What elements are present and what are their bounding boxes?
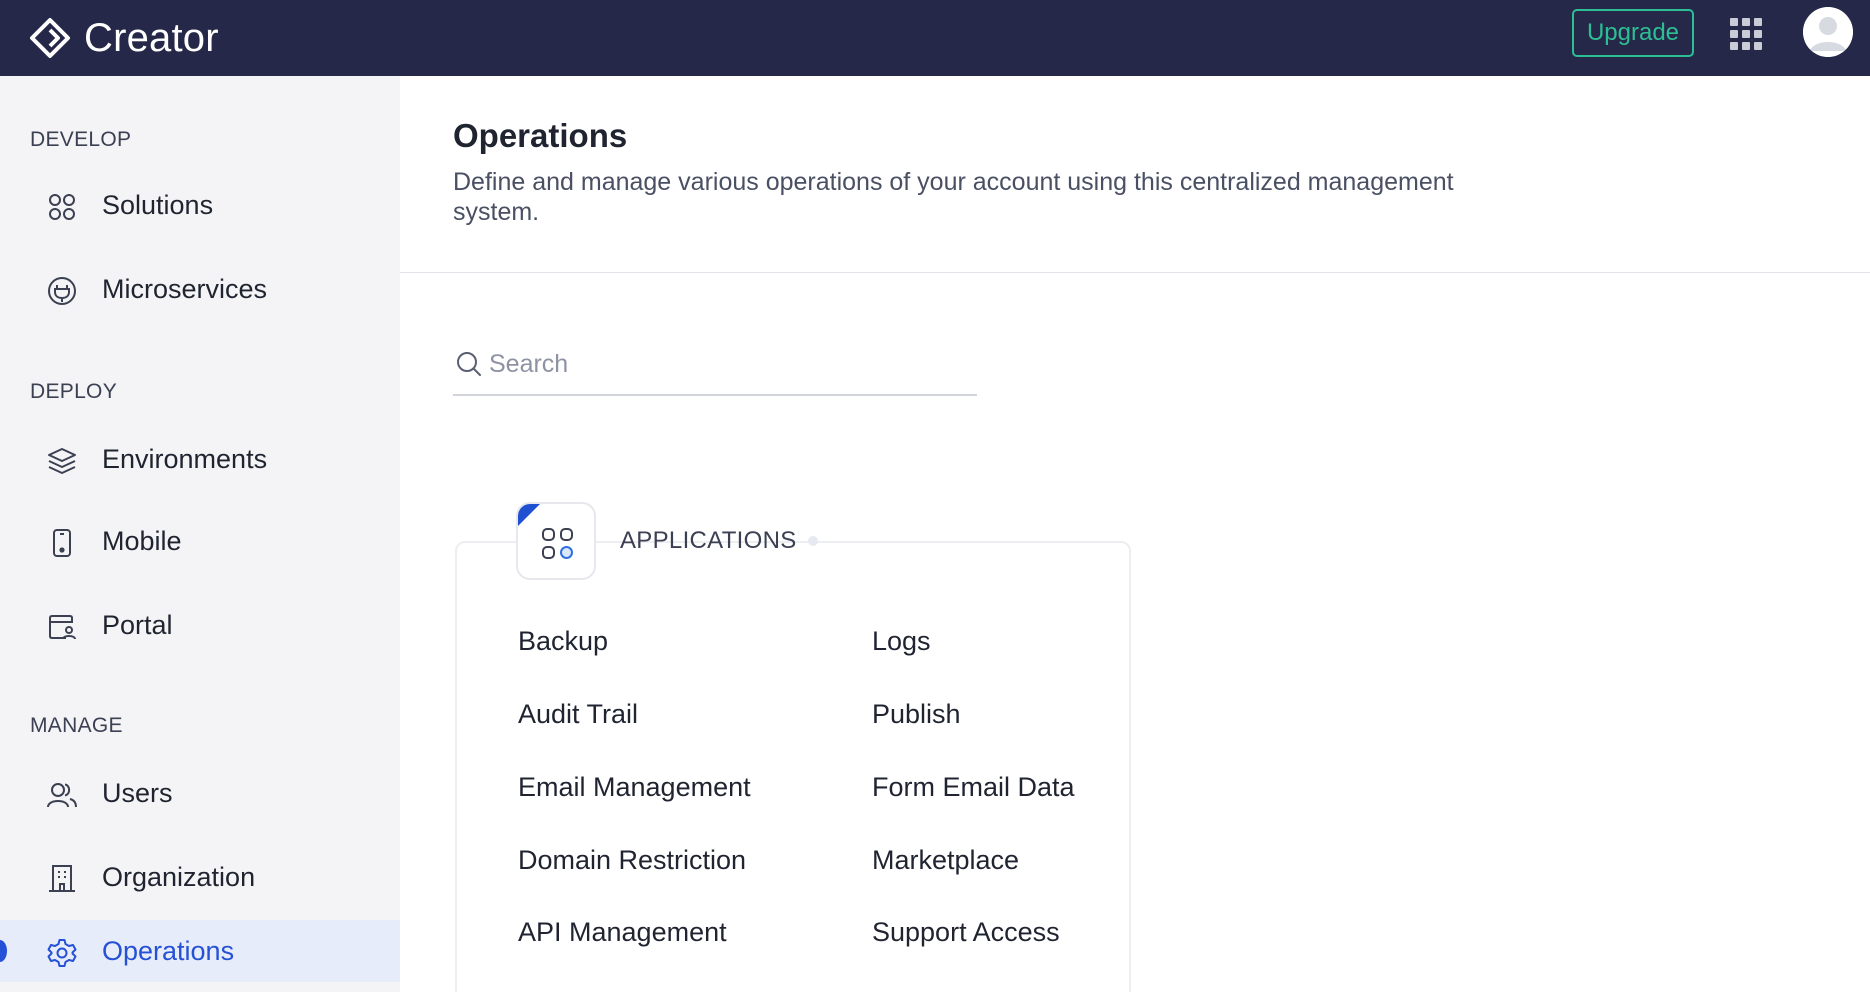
sidebar-item-label: Microservices bbox=[102, 273, 268, 304]
op-link-audit-trail[interactable]: Audit Trail bbox=[518, 699, 638, 730]
search-box bbox=[453, 340, 977, 396]
page-title: Operations bbox=[453, 117, 628, 154]
applications-badge bbox=[516, 502, 596, 580]
building-icon bbox=[46, 863, 78, 895]
sidebar-item-solutions[interactable]: Solutions bbox=[0, 174, 400, 236]
op-link-support-access[interactable]: Support Access bbox=[872, 917, 1060, 948]
search-input[interactable] bbox=[489, 346, 969, 382]
brand[interactable]: Creator bbox=[28, 14, 219, 62]
op-link-email-management[interactable]: Email Management bbox=[518, 772, 751, 803]
top-bar: Creator Upgrade bbox=[0, 0, 1870, 76]
sidebar-item-label: Solutions bbox=[102, 189, 214, 220]
op-link-publish[interactable]: Publish bbox=[872, 699, 961, 730]
sidebar-item-label: Operations bbox=[102, 935, 235, 966]
app-grid-icon[interactable] bbox=[1730, 18, 1762, 50]
section-develop: DEVELOP bbox=[30, 128, 132, 151]
header-divider bbox=[400, 272, 1870, 273]
search-icon bbox=[455, 350, 483, 378]
solutions-grid-icon bbox=[46, 191, 78, 223]
op-link-backup[interactable]: Backup bbox=[518, 626, 608, 657]
op-link-api-management[interactable]: API Management bbox=[518, 917, 727, 948]
upgrade-button[interactable]: Upgrade bbox=[1572, 9, 1694, 57]
sidebar-item-microservices[interactable]: Microservices bbox=[0, 258, 400, 320]
active-indicator bbox=[0, 940, 7, 962]
sidebar-item-organization[interactable]: Organization bbox=[0, 846, 400, 908]
op-link-marketplace[interactable]: Marketplace bbox=[872, 845, 1019, 876]
sidebar-item-environments[interactable]: Environments bbox=[0, 428, 400, 490]
op-link-form-email-data[interactable]: Form Email Data bbox=[872, 772, 1075, 803]
sidebar: DEVELOP Solutions Microservices DEPLOY E… bbox=[0, 76, 400, 992]
section-manage: MANAGE bbox=[30, 714, 123, 737]
creator-logo-icon bbox=[28, 16, 72, 60]
op-link-domain-restriction[interactable]: Domain Restriction bbox=[518, 845, 746, 876]
app-name: Creator bbox=[84, 15, 219, 60]
sidebar-item-label: Portal bbox=[102, 609, 173, 640]
sidebar-item-mobile[interactable]: Mobile bbox=[0, 510, 400, 572]
users-icon bbox=[46, 779, 78, 811]
card-title: APPLICATIONS bbox=[620, 527, 797, 554]
op-link-logs[interactable]: Logs bbox=[872, 626, 931, 657]
sidebar-item-label: Mobile bbox=[102, 525, 182, 556]
mobile-icon bbox=[46, 527, 78, 559]
user-avatar-icon[interactable] bbox=[1803, 7, 1853, 57]
title-dot bbox=[808, 536, 818, 546]
gear-icon bbox=[46, 937, 78, 969]
page-description: Define and manage various operations of … bbox=[453, 168, 1454, 226]
section-deploy: DEPLOY bbox=[30, 380, 117, 403]
plug-icon bbox=[46, 275, 78, 307]
layers-icon bbox=[46, 445, 78, 477]
sidebar-item-label: Users bbox=[102, 777, 173, 808]
portal-icon bbox=[46, 611, 78, 643]
applications-icon bbox=[540, 526, 576, 562]
sidebar-item-label: Organization bbox=[102, 861, 256, 892]
sidebar-item-portal[interactable]: Portal bbox=[0, 594, 400, 656]
sidebar-item-users[interactable]: Users bbox=[0, 762, 400, 824]
sidebar-item-label: Environments bbox=[102, 443, 268, 474]
sidebar-item-operations[interactable]: Operations bbox=[0, 920, 400, 982]
